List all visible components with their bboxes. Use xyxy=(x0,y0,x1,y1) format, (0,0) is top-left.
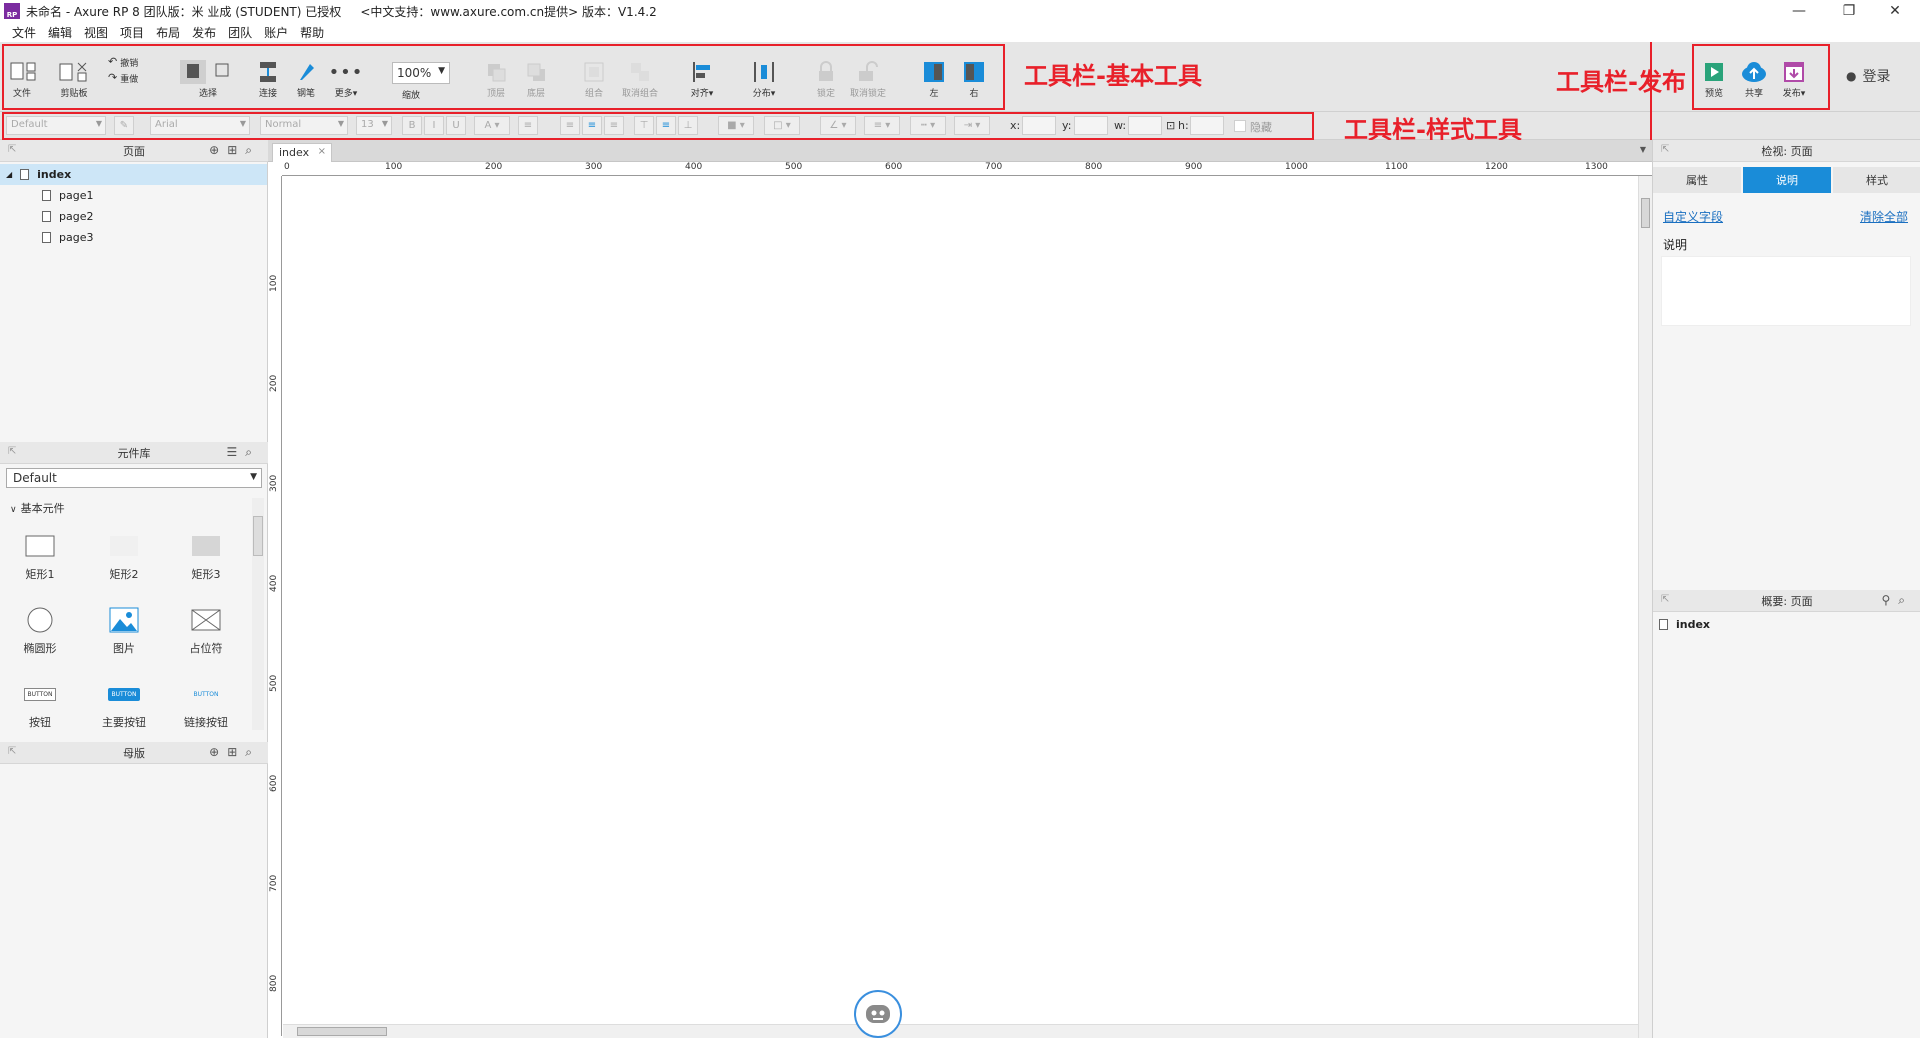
page-icon xyxy=(1659,619,1668,630)
menu-bar: 文件 编辑 视图 项目 布局 发布 团队 账户 帮助 xyxy=(0,22,1920,42)
masters-panel-header: ⇱ 母版 ⊕⊞⌕ xyxy=(0,742,268,764)
annotation-basic-label: 工具栏-基本工具 xyxy=(1024,62,1202,90)
inspector-header: ⇱ 检视: 页面 xyxy=(1653,140,1920,162)
page-item-page2[interactable]: page2 xyxy=(0,206,267,227)
canvas-area: index × ▼ 0 100 200 300 400 500 600 700 … xyxy=(268,140,1652,1038)
rectangle-icon xyxy=(25,528,55,564)
tab-properties[interactable]: 属性 xyxy=(1653,167,1741,193)
page-item-page1[interactable]: page1 xyxy=(0,185,267,206)
annotation-publish-box xyxy=(1692,44,1830,110)
menu-account[interactable]: 账户 xyxy=(258,24,294,41)
masters-actions[interactable]: ⊕⊞⌕ xyxy=(209,745,260,760)
page-item-page3[interactable]: page3 xyxy=(0,227,267,248)
menu-edit[interactable]: 编辑 xyxy=(42,24,78,41)
axure-window: RP 未命名 - Axure RP 8 团队版：米 业成 (STUDENT) 已… xyxy=(0,0,1920,1038)
outline-actions[interactable]: ⚲⌕ xyxy=(1881,593,1913,608)
chevron-down-icon: ∨ xyxy=(10,505,17,515)
custom-fields-link[interactable]: 自定义字段 xyxy=(1663,208,1723,225)
widget-placeholder[interactable]: 占位符 xyxy=(176,602,236,656)
widget-rect3[interactable]: 矩形3 xyxy=(176,528,236,582)
library-panel-header: ⇱ 元件库 ☰⌕ xyxy=(0,442,268,464)
minimize-button[interactable]: — xyxy=(1776,0,1822,22)
canvas-vertical-scrollbar[interactable] xyxy=(1638,176,1652,1038)
rectangle-gray-icon xyxy=(191,528,221,564)
menu-team[interactable]: 团队 xyxy=(222,24,258,41)
library-scrollbar[interactable] xyxy=(252,498,264,730)
left-panels: ⇱ 页面 ⊕⊞⌕ ◢ index page1 page2 page3 ⇱ 元件库… xyxy=(0,140,268,1038)
chevron-down-icon: ▼ xyxy=(250,472,257,482)
pin-icon[interactable]: ⇱ xyxy=(8,746,16,757)
tab-index[interactable]: index × xyxy=(272,143,332,162)
annotation-publish-label: 工具栏-发布 xyxy=(1556,68,1686,96)
maximize-button[interactable]: ❐ xyxy=(1826,0,1872,22)
user-icon: ● xyxy=(1846,69,1857,83)
library-category[interactable]: ∨ 基本元件 xyxy=(10,500,65,516)
scroll-thumb[interactable] xyxy=(1641,198,1650,228)
menu-publish[interactable]: 发布 xyxy=(186,24,222,41)
menu-view[interactable]: 视图 xyxy=(78,24,114,41)
vertical-ruler: 100 200 300 400 500 600 700 800 xyxy=(268,176,282,1036)
title-bar: RP 未命名 - Axure RP 8 团队版：米 业成 (STUDENT) 已… xyxy=(0,0,1920,22)
close-button[interactable]: ✕ xyxy=(1872,0,1918,22)
notes-textarea[interactable] xyxy=(1661,256,1911,326)
close-icon[interactable]: × xyxy=(318,146,326,157)
scroll-thumb[interactable] xyxy=(297,1027,387,1036)
image-icon xyxy=(109,602,139,638)
canvas-horizontal-scrollbar[interactable] xyxy=(283,1024,1638,1038)
widget-ellipse[interactable]: 椭圆形 xyxy=(10,602,70,656)
annotation-style-box xyxy=(2,112,1314,140)
widget-image[interactable]: 图片 xyxy=(94,602,154,656)
library-select[interactable]: Default ▼ xyxy=(6,468,262,488)
menu-help[interactable]: 帮助 xyxy=(294,24,330,41)
assistant-robot-icon[interactable] xyxy=(854,990,902,1038)
pin-icon[interactable]: ⇱ xyxy=(8,446,16,457)
page-tab-bar: index × ▼ xyxy=(268,140,1652,162)
rectangle-light-icon xyxy=(109,528,139,564)
button-preview: BUTTON xyxy=(23,687,57,701)
tab-notes[interactable]: 说明 xyxy=(1743,167,1831,193)
outline-header: ⇱ 概要: 页面 ⚲⌕ xyxy=(1653,590,1920,612)
login-button[interactable]: ● 登录 xyxy=(1846,66,1890,86)
link-button-preview: BUTTON xyxy=(193,690,219,698)
pages-panel-header: ⇱ 页面 ⊕⊞⌕ xyxy=(0,140,268,162)
collapse-icon[interactable]: ◢ xyxy=(6,170,12,179)
menu-arrange[interactable]: 布局 xyxy=(150,24,186,41)
page-icon xyxy=(42,232,51,243)
primary-button-preview: BUTTON xyxy=(107,687,141,701)
widget-rect2[interactable]: 矩形2 xyxy=(94,528,154,582)
page-item-index[interactable]: ◢ index xyxy=(0,164,267,185)
pin-icon[interactable]: ⇱ xyxy=(1661,144,1669,155)
widget-link-button[interactable]: BUTTON 链接按钮 xyxy=(176,676,236,730)
tab-style[interactable]: 样式 xyxy=(1833,167,1920,193)
page-icon xyxy=(42,211,51,222)
annotation-right-edge xyxy=(1650,42,1652,141)
widget-button[interactable]: BUTTON 按钮 xyxy=(10,676,70,730)
outline-item-index[interactable]: index xyxy=(1659,618,1710,631)
annotation-basic-box xyxy=(2,44,1005,110)
notes-label: 说明 xyxy=(1663,238,1688,252)
horizontal-ruler: 0 100 200 300 400 500 600 700 800 900 10… xyxy=(282,162,1652,176)
widget-primary-button[interactable]: BUTTON 主要按钮 xyxy=(94,676,154,730)
pin-icon[interactable]: ⇱ xyxy=(8,144,16,155)
window-title: 未命名 - Axure RP 8 团队版：米 业成 (STUDENT) 已授权 … xyxy=(26,4,657,19)
pin-icon[interactable]: ⇱ xyxy=(1661,594,1669,605)
clear-all-link[interactable]: 清除全部 xyxy=(1860,208,1908,225)
design-canvas[interactable] xyxy=(283,177,1638,1022)
library-actions[interactable]: ☰⌕ xyxy=(227,445,260,460)
app-logo: RP xyxy=(4,3,20,19)
circle-icon xyxy=(25,602,55,638)
tab-list-chevron-icon[interactable]: ▼ xyxy=(1640,145,1646,154)
page-icon xyxy=(42,190,51,201)
placeholder-icon xyxy=(191,602,221,638)
pages-actions[interactable]: ⊕⊞⌕ xyxy=(209,143,260,158)
right-panels: ⇱ 检视: 页面 属性 说明 样式 自定义字段 清除全部 说明 ⇱ 概要: 页面… xyxy=(1652,140,1920,1038)
page-icon xyxy=(20,169,30,180)
menu-project[interactable]: 项目 xyxy=(114,24,150,41)
scroll-thumb[interactable] xyxy=(253,516,263,556)
widget-rect1[interactable]: 矩形1 xyxy=(10,528,70,582)
menu-file[interactable]: 文件 xyxy=(6,24,42,41)
